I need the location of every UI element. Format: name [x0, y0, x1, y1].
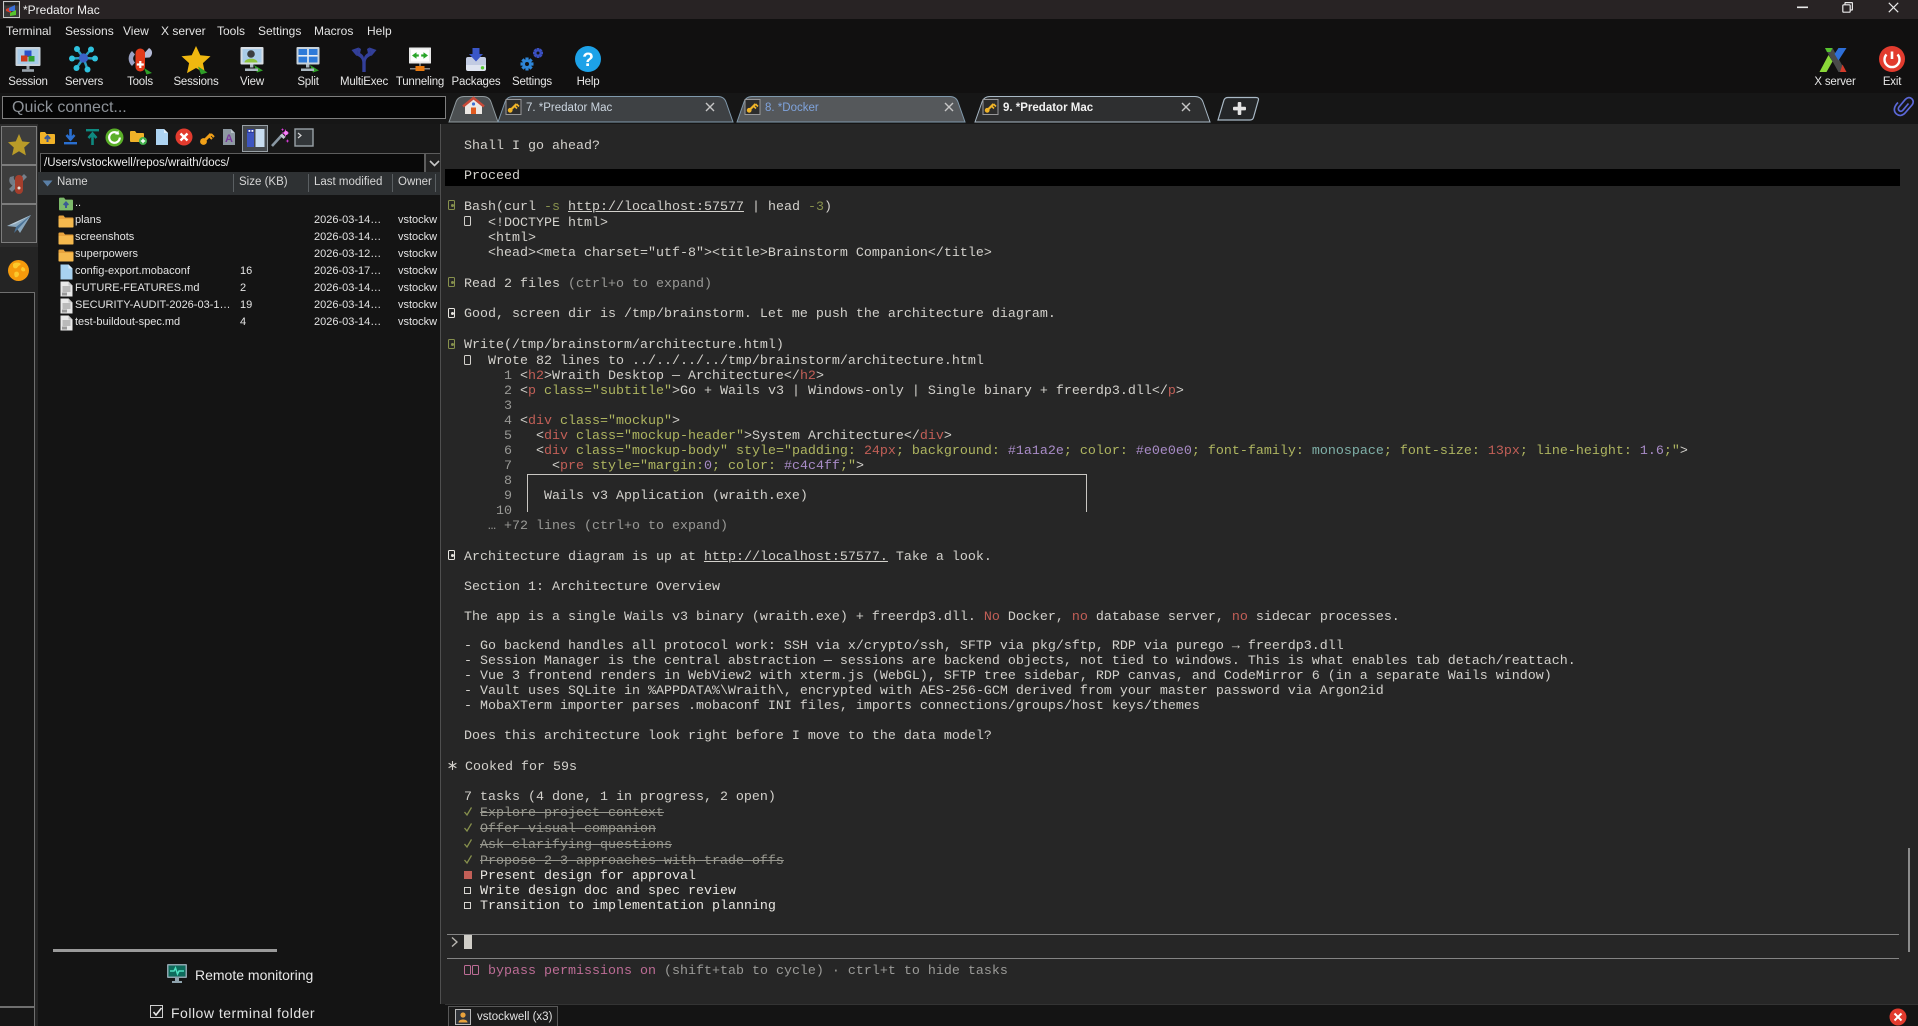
svg-text:A: A [225, 133, 233, 145]
svg-text:9. *Predator Mac: 9. *Predator Mac [1003, 102, 1094, 114]
svg-text:?: ? [582, 50, 594, 71]
svg-text:7. *Predator Mac: 7. *Predator Mac [526, 102, 613, 114]
svg-text:8. *Docker: 8. *Docker [765, 102, 819, 114]
